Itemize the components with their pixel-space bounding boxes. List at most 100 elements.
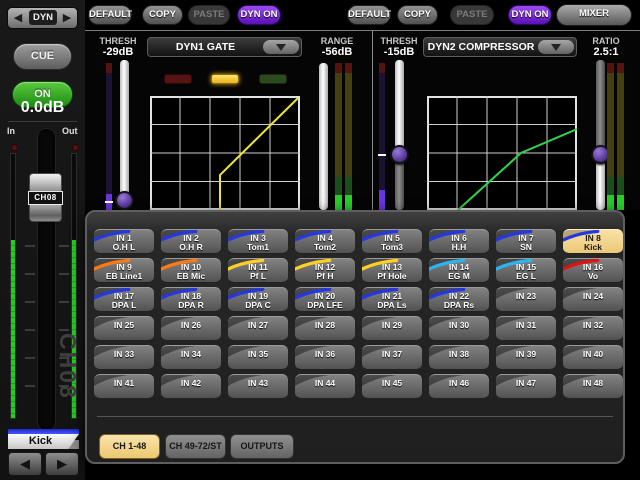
channel-select-button[interactable]: IN 47 bbox=[496, 374, 556, 399]
channel-select-button[interactable]: IN 6 H.H bbox=[429, 229, 489, 254]
channel-color-tag-icon bbox=[94, 230, 154, 253]
fader-tick bbox=[25, 245, 35, 247]
channel-color-tag-icon bbox=[94, 259, 154, 282]
channel-select-button[interactable]: IN 38 bbox=[429, 345, 489, 370]
channel-select-button[interactable]: IN 43 bbox=[228, 374, 288, 399]
channel-select-button[interactable]: IN 31 bbox=[496, 316, 556, 341]
channel-select-button[interactable]: IN 25 bbox=[94, 316, 154, 341]
dyn1-type-dropdown[interactable]: DYN1 GATE bbox=[147, 37, 302, 57]
tab-outputs[interactable]: OUTPUTS bbox=[230, 434, 294, 459]
dyn2-thresh-slider-track[interactable] bbox=[395, 60, 404, 210]
cue-button[interactable]: CUE bbox=[13, 43, 72, 70]
channel-select-button[interactable]: IN 4 Tom2 bbox=[295, 229, 355, 254]
channel-select-button[interactable]: IN 36 bbox=[295, 345, 355, 370]
channel-color-tag-icon bbox=[362, 317, 422, 340]
dyn1-default-button[interactable]: DEFAULT bbox=[88, 5, 132, 25]
fader-tick bbox=[25, 357, 35, 359]
channel-select-button[interactable]: IN 21 DPA Ls bbox=[362, 287, 422, 312]
channel-select-button[interactable]: IN 42 bbox=[161, 374, 221, 399]
dyn2-ratio-slider-track[interactable] bbox=[596, 60, 605, 210]
channel-color-tag-icon bbox=[228, 317, 288, 340]
dyn2-type-dropdown[interactable]: DYN2 COMPRESSOR bbox=[423, 37, 577, 57]
channel-select-button[interactable]: IN 27 bbox=[228, 316, 288, 341]
channel-select-button[interactable]: IN 15 EG L bbox=[496, 258, 556, 283]
gate-led-yellow bbox=[211, 74, 239, 84]
fader-tick bbox=[59, 273, 69, 275]
dyn2-gr-meter-1 bbox=[607, 63, 614, 210]
channel-color-tag-icon bbox=[228, 230, 288, 253]
channel-select-button[interactable]: IN 1 O.H L bbox=[94, 229, 154, 254]
channel-select-button[interactable]: IN 39 bbox=[496, 345, 556, 370]
mixer-button[interactable]: MIXER bbox=[556, 4, 632, 26]
channel-select-button[interactable]: IN 35 bbox=[228, 345, 288, 370]
dyn2-copy-button[interactable]: COPY bbox=[397, 5, 438, 25]
channel-color-tag-icon bbox=[362, 346, 422, 369]
channel-select-button[interactable]: IN 44 bbox=[295, 374, 355, 399]
channel-select-button[interactable]: IN 29 bbox=[362, 316, 422, 341]
channel-select-button[interactable]: IN 13 Pf Hole bbox=[362, 258, 422, 283]
tab-ch-49-72-st[interactable]: CH 49-72/ST bbox=[165, 434, 226, 459]
channel-select-button[interactable]: IN 48 bbox=[563, 374, 623, 399]
dyn2-paste-button[interactable]: PASTE bbox=[450, 5, 494, 25]
channel-color-tag-icon bbox=[429, 259, 489, 282]
fader-handle[interactable]: CH08 bbox=[29, 173, 62, 222]
channel-select-button[interactable]: IN 5 Tom3 bbox=[362, 229, 422, 254]
channel-select-button[interactable]: IN 46 bbox=[429, 374, 489, 399]
channel-select-button[interactable]: IN 26 bbox=[161, 316, 221, 341]
channel-select-button[interactable]: IN 33 bbox=[94, 345, 154, 370]
dyn1-thresh-slider-track[interactable] bbox=[120, 60, 129, 210]
channel-select-button[interactable]: IN 18 DPA R bbox=[161, 287, 221, 312]
channel-select-button[interactable]: IN 34 bbox=[161, 345, 221, 370]
dropdown-arrow-icon[interactable] bbox=[263, 40, 299, 54]
dropdown-arrow-icon[interactable] bbox=[538, 40, 574, 54]
dyn1-type-label: DYN1 GATE bbox=[148, 38, 263, 56]
tab-ch-1-48[interactable]: CH 1-48 bbox=[99, 434, 160, 459]
fader-tick bbox=[25, 273, 35, 275]
channel-select-button[interactable]: IN 20 DPA LFE bbox=[295, 287, 355, 312]
channel-select-button[interactable]: IN 32 bbox=[563, 316, 623, 341]
channel-select-button[interactable]: IN 12 Pf H bbox=[295, 258, 355, 283]
dyn1-thresh-slider-knob[interactable] bbox=[115, 191, 134, 210]
channel-select-button[interactable]: IN 8 Kick bbox=[563, 229, 623, 254]
page-selector[interactable]: ◀ DYN ▶ bbox=[7, 7, 78, 29]
channel-color-tag-icon bbox=[362, 259, 422, 282]
channel-next-button[interactable]: ▶ bbox=[45, 452, 79, 476]
dyn1-range-slider-track[interactable] bbox=[319, 63, 328, 210]
channel-select-button[interactable]: IN 10 EB Mic bbox=[161, 258, 221, 283]
channel-select-button[interactable]: IN 40 bbox=[563, 345, 623, 370]
channel-color-tag-icon bbox=[429, 375, 489, 398]
channel-select-button[interactable]: IN 22 DPA Rs bbox=[429, 287, 489, 312]
channel-select-button[interactable]: IN 3 Tom1 bbox=[228, 229, 288, 254]
channel-select-button[interactable]: IN 19 DPA C bbox=[228, 287, 288, 312]
channel-color-tag-icon bbox=[496, 259, 556, 282]
dyn1-copy-button[interactable]: COPY bbox=[142, 5, 183, 25]
dyn1-on-toggle[interactable]: DYN ON bbox=[237, 5, 281, 25]
channel-select-button[interactable]: IN 45 bbox=[362, 374, 422, 399]
dyn2-on-toggle[interactable]: DYN ON bbox=[508, 5, 552, 25]
channel-select-button[interactable]: IN 23 bbox=[496, 287, 556, 312]
channel-select-button[interactable]: IN 37 bbox=[362, 345, 422, 370]
channel-color-tag-icon bbox=[161, 288, 221, 311]
dyn1-gr-meter-1 bbox=[335, 63, 342, 210]
channel-prev-button[interactable]: ◀ bbox=[8, 452, 42, 476]
dyn2-ratio-label: RATIO bbox=[580, 36, 632, 46]
channel-select-button[interactable]: IN 41 bbox=[94, 374, 154, 399]
dyn2-gr-meter-2 bbox=[617, 63, 624, 210]
page-next-arrow-icon[interactable]: ▶ bbox=[58, 10, 76, 26]
dyn2-thresh-slider-knob[interactable] bbox=[390, 145, 409, 164]
channel-select-button[interactable]: IN 9 EB Line1 bbox=[94, 258, 154, 283]
dyn2-default-button[interactable]: DEFAULT bbox=[347, 5, 391, 25]
channel-select-button[interactable]: IN 14 EG M bbox=[429, 258, 489, 283]
channel-select-button[interactable]: IN 30 bbox=[429, 316, 489, 341]
channel-select-button[interactable]: IN 2 O.H R bbox=[161, 229, 221, 254]
channel-select-button[interactable]: IN 7 SN bbox=[496, 229, 556, 254]
page-prev-arrow-icon[interactable]: ◀ bbox=[9, 10, 27, 26]
dyn1-paste-button[interactable]: PASTE bbox=[188, 5, 230, 25]
channel-select-button[interactable]: IN 28 bbox=[295, 316, 355, 341]
channel-color-tag-icon bbox=[161, 375, 221, 398]
channel-select-button[interactable]: IN 17 DPA L bbox=[94, 287, 154, 312]
channel-select-button[interactable]: IN 16 Vo bbox=[563, 258, 623, 283]
channel-select-button[interactable]: IN 24 bbox=[563, 287, 623, 312]
channel-select-button[interactable]: IN 11 Pf L bbox=[228, 258, 288, 283]
channel-color-tag-icon bbox=[362, 288, 422, 311]
